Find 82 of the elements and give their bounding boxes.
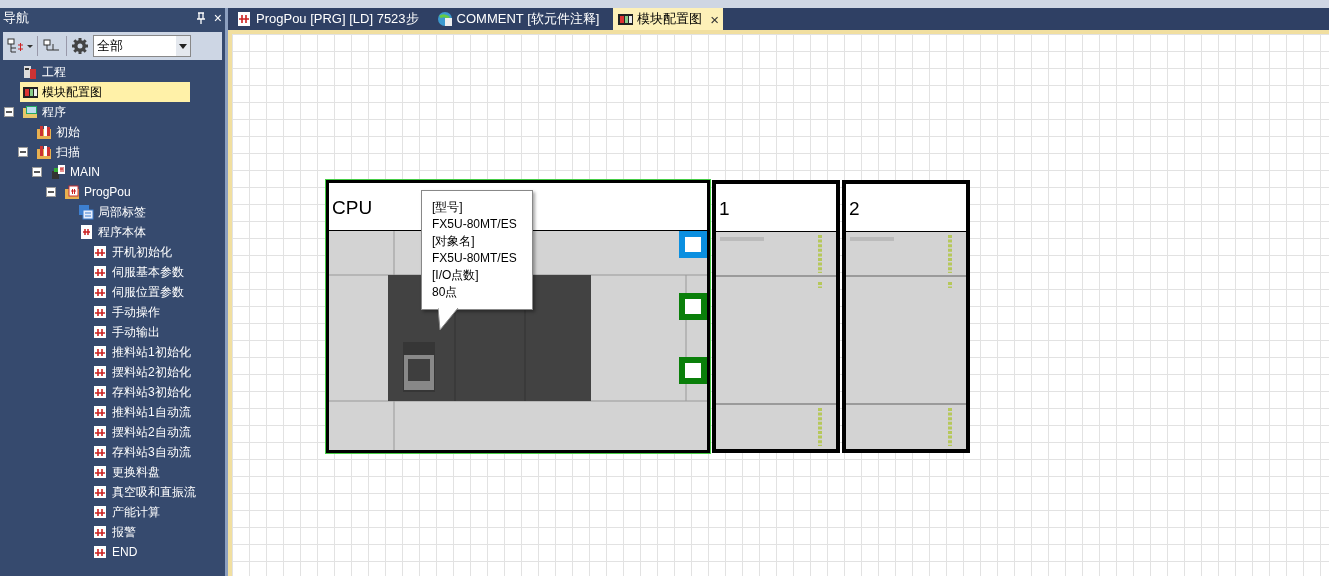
tree-item[interactable]: ProgPou (62, 182, 135, 202)
ladder-icon (92, 324, 108, 340)
tree-item[interactable]: 工程 (20, 62, 70, 82)
tree-item[interactable]: 程序本体 (76, 222, 150, 242)
tooltip-line: [型号] (432, 199, 464, 216)
tree-item[interactable]: 开机初始化 (90, 242, 176, 262)
tree-item[interactable]: 伺服基本参数 (90, 262, 188, 282)
tree-item[interactable]: END (90, 542, 142, 562)
ladder-icon (92, 384, 108, 400)
tree-item[interactable]: 推料站1自动流 (90, 402, 195, 422)
body-icon (78, 224, 94, 240)
tree-view-icon[interactable] (42, 38, 62, 54)
document-tab[interactable]: 模块配置图 × (613, 8, 724, 30)
tree-item[interactable]: 程序 (20, 102, 70, 122)
tooltip-line: 80点 (432, 284, 459, 301)
tree-item[interactable]: 扫描 (34, 142, 84, 162)
pou-icon (64, 184, 80, 200)
settings-icon[interactable] (71, 37, 89, 55)
module-label: 1 (719, 196, 730, 221)
main-icon (50, 164, 66, 180)
tree-item[interactable]: 局部标签 (76, 202, 150, 222)
tree-item[interactable]: 报警 (90, 522, 140, 542)
tree-item[interactable]: 推料站1初始化 (90, 342, 195, 362)
expand-collapse-icon[interactable] (7, 38, 33, 54)
ladder-icon (92, 464, 108, 480)
tree-item[interactable]: 摆料站2自动流 (90, 422, 195, 442)
document-tab[interactable]: ProgPou [PRG] [LD] 7523步 (232, 8, 427, 30)
ladder-icon (92, 504, 108, 520)
tree-item[interactable]: 摆料站2初始化 (90, 362, 195, 382)
tree-item[interactable]: MAIN (48, 162, 104, 182)
project-icon (22, 64, 38, 80)
tree-item[interactable]: 初始 (34, 122, 84, 142)
ladder-icon (92, 244, 108, 260)
tree-item[interactable]: 存料站3初始化 (90, 382, 195, 402)
tooltip-line: [对象名] (432, 233, 476, 250)
tree-item[interactable]: 存料站3自动流 (90, 442, 195, 462)
tree-item[interactable]: 手动输出 (90, 322, 164, 342)
ladder-icon (92, 404, 108, 420)
tooltip-line: FX5U-80MT/ES (432, 216, 518, 233)
ladder-icon (92, 344, 108, 360)
tooltip-line: FX5U-80MT/ES (432, 250, 518, 267)
tree-item[interactable]: 模块配置图 (20, 82, 190, 102)
ladder-icon (92, 544, 108, 560)
tree-item[interactable]: 伺服位置参数 (90, 282, 188, 302)
status-port[interactable] (679, 231, 707, 258)
io-module[interactable]: 1 (712, 180, 840, 453)
collapse-icon[interactable] (18, 147, 28, 157)
module-label: CPU (332, 195, 373, 220)
status-port[interactable] (679, 293, 707, 320)
close-tab-button[interactable]: × (710, 11, 720, 27)
config-icon (617, 11, 634, 27)
module-label: 2 (849, 196, 860, 221)
tree-item[interactable]: 真空吸和直振流 (90, 482, 200, 502)
ladder-icon (92, 264, 108, 280)
ladder-icon (92, 444, 108, 460)
ladder-icon (92, 484, 108, 500)
io-module[interactable]: 2 (842, 180, 970, 453)
tree-item[interactable]: 手动操作 (90, 302, 164, 322)
ladder-icon (236, 11, 252, 27)
filter-dropdown[interactable]: 全部 (93, 35, 191, 57)
task-icon (36, 144, 52, 160)
config-icon (22, 84, 38, 100)
pin-icon[interactable] (195, 12, 206, 24)
ladder-icon (92, 284, 108, 300)
tree-item[interactable]: 产能计算 (90, 502, 164, 522)
panel-title: 导航 (3, 9, 30, 28)
status-port[interactable] (679, 357, 707, 384)
comment-icon (436, 11, 453, 27)
tooltip-line: [I/O点数] (432, 267, 480, 284)
document-tab[interactable]: COMMENT [软元件注释] (432, 8, 608, 30)
task-icon (36, 124, 52, 140)
close-button[interactable]: × (213, 11, 222, 25)
collapse-icon[interactable] (32, 167, 42, 177)
ladder-icon (92, 304, 108, 320)
tree-item[interactable]: 更换料盘 (90, 462, 164, 482)
ladder-icon (92, 424, 108, 440)
ladder-icon (92, 364, 108, 380)
ladder-icon (92, 524, 108, 540)
program-icon (22, 104, 38, 120)
collapse-icon[interactable] (46, 187, 56, 197)
labels-icon (78, 204, 94, 220)
collapse-icon[interactable] (4, 107, 14, 117)
